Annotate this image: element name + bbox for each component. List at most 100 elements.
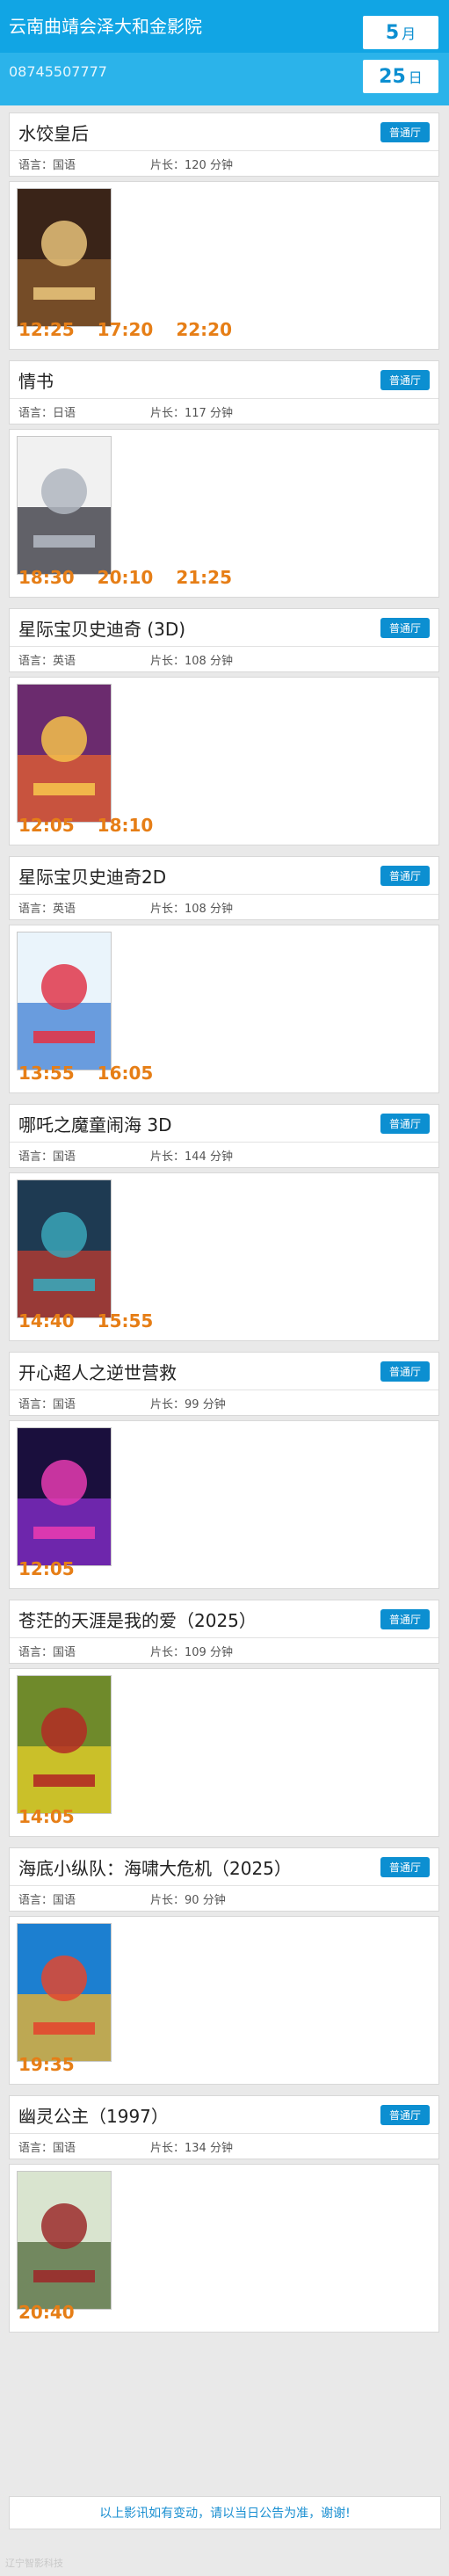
movie-poster[interactable] [17, 1427, 112, 1566]
movie-poster[interactable] [17, 932, 112, 1070]
movie-title[interactable]: 情书 [18, 367, 54, 393]
day-box: 25 日 [363, 60, 438, 93]
showtime[interactable]: 12:05 [18, 815, 75, 836]
movie-title-row: 星际宝贝史迪奇 (3D) 普通厅 [10, 609, 438, 647]
duration-unit: 分钟 [202, 1397, 226, 1411]
movie-title[interactable]: 星际宝贝史迪奇2D [18, 863, 166, 889]
showtime[interactable]: 18:30 [18, 567, 75, 588]
duration-field: 片长：134 分钟 [150, 2138, 233, 2155]
duration-field: 片长：99 分钟 [150, 1395, 226, 1411]
duration-field: 片长：108 分钟 [150, 651, 233, 668]
poster-image [18, 437, 111, 574]
cinema-phone[interactable]: 08745507777 [9, 63, 107, 80]
movie-meta: 语言：英语 片长：108 分钟 [10, 647, 438, 671]
showtime[interactable]: 13:55 [18, 1063, 75, 1084]
duration-field: 片长：90 分钟 [150, 1890, 226, 1907]
movie-card[interactable]: 开心超人之逆世营救 普通厅 语言：国语 片长：99 分钟 12:05 [9, 1352, 439, 1589]
showtime[interactable]: 22:20 [176, 319, 232, 340]
duration-label: 片长： [150, 2141, 185, 2155]
showtime[interactable]: 16:05 [98, 1063, 154, 1084]
movie-title[interactable]: 海底小纵队：海啸大危机（2025） [18, 1854, 292, 1880]
language-label: 语言： [18, 1397, 54, 1411]
language-value: 国语 [53, 2141, 76, 2155]
showtime[interactable]: 17:20 [98, 319, 154, 340]
duration-label: 片长： [150, 158, 185, 172]
movie-title[interactable]: 哪吒之魔童闹海 3D [18, 1111, 171, 1136]
language-field: 语言：国语 [18, 1643, 150, 1659]
duration-value: 108 [185, 654, 206, 668]
duration-field: 片长：117 分钟 [150, 403, 233, 420]
duration-label: 片长： [150, 1397, 185, 1411]
movie-title-row: 海底小纵队：海啸大危机（2025） 普通厅 [10, 1848, 438, 1886]
movie-card[interactable]: 星际宝贝史迪奇2D 普通厅 语言：英语 片长：108 分钟 13:55 16:0… [9, 856, 439, 1093]
showtime-list: 19:35 [18, 2054, 75, 2075]
showtime[interactable]: 21:25 [176, 567, 232, 588]
showtime[interactable]: 20:40 [18, 2302, 75, 2323]
showtime[interactable]: 12:25 [18, 319, 75, 340]
duration-value: 99 [185, 1397, 199, 1411]
duration-label: 片长： [150, 1645, 185, 1659]
movie-card[interactable]: 幽灵公主（1997） 普通厅 语言：国语 片长：134 分钟 20:40 [9, 2095, 439, 2333]
showtime[interactable]: 12:05 [18, 1558, 75, 1579]
month-box: 5 月 [363, 16, 438, 49]
movie-card[interactable]: 海底小纵队：海啸大危机（2025） 普通厅 语言：国语 片长：90 分钟 19:… [9, 1847, 439, 2085]
duration-label: 片长： [150, 1150, 185, 1164]
duration-field: 片长：120 分钟 [150, 156, 233, 172]
language-label: 语言： [18, 1893, 54, 1907]
showtime[interactable]: 15:55 [98, 1310, 154, 1332]
language-field: 语言：国语 [18, 1147, 150, 1164]
movie-card[interactable]: 哪吒之魔童闹海 3D 普通厅 语言：国语 片长：144 分钟 14:40 15:… [9, 1104, 439, 1341]
movie-title[interactable]: 苍茫的天涯是我的爱（2025） [18, 1607, 257, 1632]
duration-unit: 分钟 [209, 406, 233, 420]
movie-info: 苍茫的天涯是我的爱（2025） 普通厅 语言：国语 片长：109 分钟 [9, 1600, 439, 1664]
movie-info: 海底小纵队：海啸大危机（2025） 普通厅 语言：国语 片长：90 分钟 [9, 1847, 439, 1912]
movie-poster[interactable] [17, 1675, 112, 1814]
showtime-list: 18:30 20:10 21:25 [18, 567, 232, 588]
language-value: 英语 [53, 654, 76, 668]
footer-notice: 以上影讯如有变动，请以当日公告为准，谢谢! [9, 2496, 441, 2529]
movie-title[interactable]: 水饺皇后 [18, 120, 89, 145]
movie-card[interactable]: 星际宝贝史迪奇 (3D) 普通厅 语言：英语 片长：108 分钟 12:05 1… [9, 608, 439, 845]
movie-poster[interactable] [17, 2171, 112, 2310]
duration-unit: 分钟 [209, 654, 233, 668]
showtime[interactable]: 14:05 [18, 1806, 75, 1827]
app-header: 云南曲靖会泽大和金影院 08745507777 5 月 25 日 [0, 0, 449, 105]
showtime[interactable]: 19:35 [18, 2054, 75, 2075]
showtimes-panel: 14:40 15:55 [9, 1172, 439, 1341]
showtime[interactable]: 20:10 [98, 567, 154, 588]
movie-card[interactable]: 情书 普通厅 语言：日语 片长：117 分钟 18:30 20:10 21:25 [9, 360, 439, 598]
movie-poster[interactable] [17, 1923, 112, 2062]
movie-info: 开心超人之逆世营救 普通厅 语言：国语 片长：99 分钟 [9, 1352, 439, 1416]
showtime-list: 14:05 [18, 1806, 75, 1827]
movie-title-row: 开心超人之逆世营救 普通厅 [10, 1353, 438, 1390]
movie-title[interactable]: 幽灵公主（1997） [18, 2102, 169, 2128]
movie-poster[interactable] [17, 1179, 112, 1318]
movie-card[interactable]: 水饺皇后 普通厅 语言：国语 片长：120 分钟 12:25 17:20 22:… [9, 112, 439, 350]
movie-info: 星际宝贝史迪奇 (3D) 普通厅 语言：英语 片长：108 分钟 [9, 608, 439, 672]
duration-label: 片长： [150, 902, 185, 916]
language-label: 语言： [18, 1150, 54, 1164]
showtime-list: 12:05 18:10 [18, 815, 153, 836]
movie-title[interactable]: 星际宝贝史迪奇 (3D) [18, 615, 185, 641]
month-unit: 月 [402, 25, 416, 42]
language-value: 国语 [53, 1893, 76, 1907]
movie-meta: 语言：国语 片长：90 分钟 [10, 1886, 438, 1911]
duration-value: 117 [185, 406, 206, 420]
showtimes-panel: 18:30 20:10 21:25 [9, 429, 439, 598]
duration-unit: 分钟 [209, 2141, 233, 2155]
movie-title-row: 幽灵公主（1997） 普通厅 [10, 2096, 438, 2134]
movie-poster[interactable] [17, 436, 112, 575]
movie-poster[interactable] [17, 188, 112, 327]
showtime-list: 12:05 [18, 1558, 75, 1579]
language-field: 语言：国语 [18, 156, 150, 172]
movie-poster[interactable] [17, 684, 112, 823]
movie-title[interactable]: 开心超人之逆世营救 [18, 1359, 177, 1384]
movie-meta: 语言：国语 片长：134 分钟 [10, 2134, 438, 2159]
duration-value: 134 [185, 2141, 206, 2155]
showtime[interactable]: 14:40 [18, 1310, 75, 1332]
language-value: 英语 [53, 902, 76, 916]
movie-info: 水饺皇后 普通厅 语言：国语 片长：120 分钟 [9, 112, 439, 177]
movie-info: 哪吒之魔童闹海 3D 普通厅 语言：国语 片长：144 分钟 [9, 1104, 439, 1168]
showtime[interactable]: 18:10 [98, 815, 154, 836]
movie-card[interactable]: 苍茫的天涯是我的爱（2025） 普通厅 语言：国语 片长：109 分钟 14:0… [9, 1600, 439, 1837]
